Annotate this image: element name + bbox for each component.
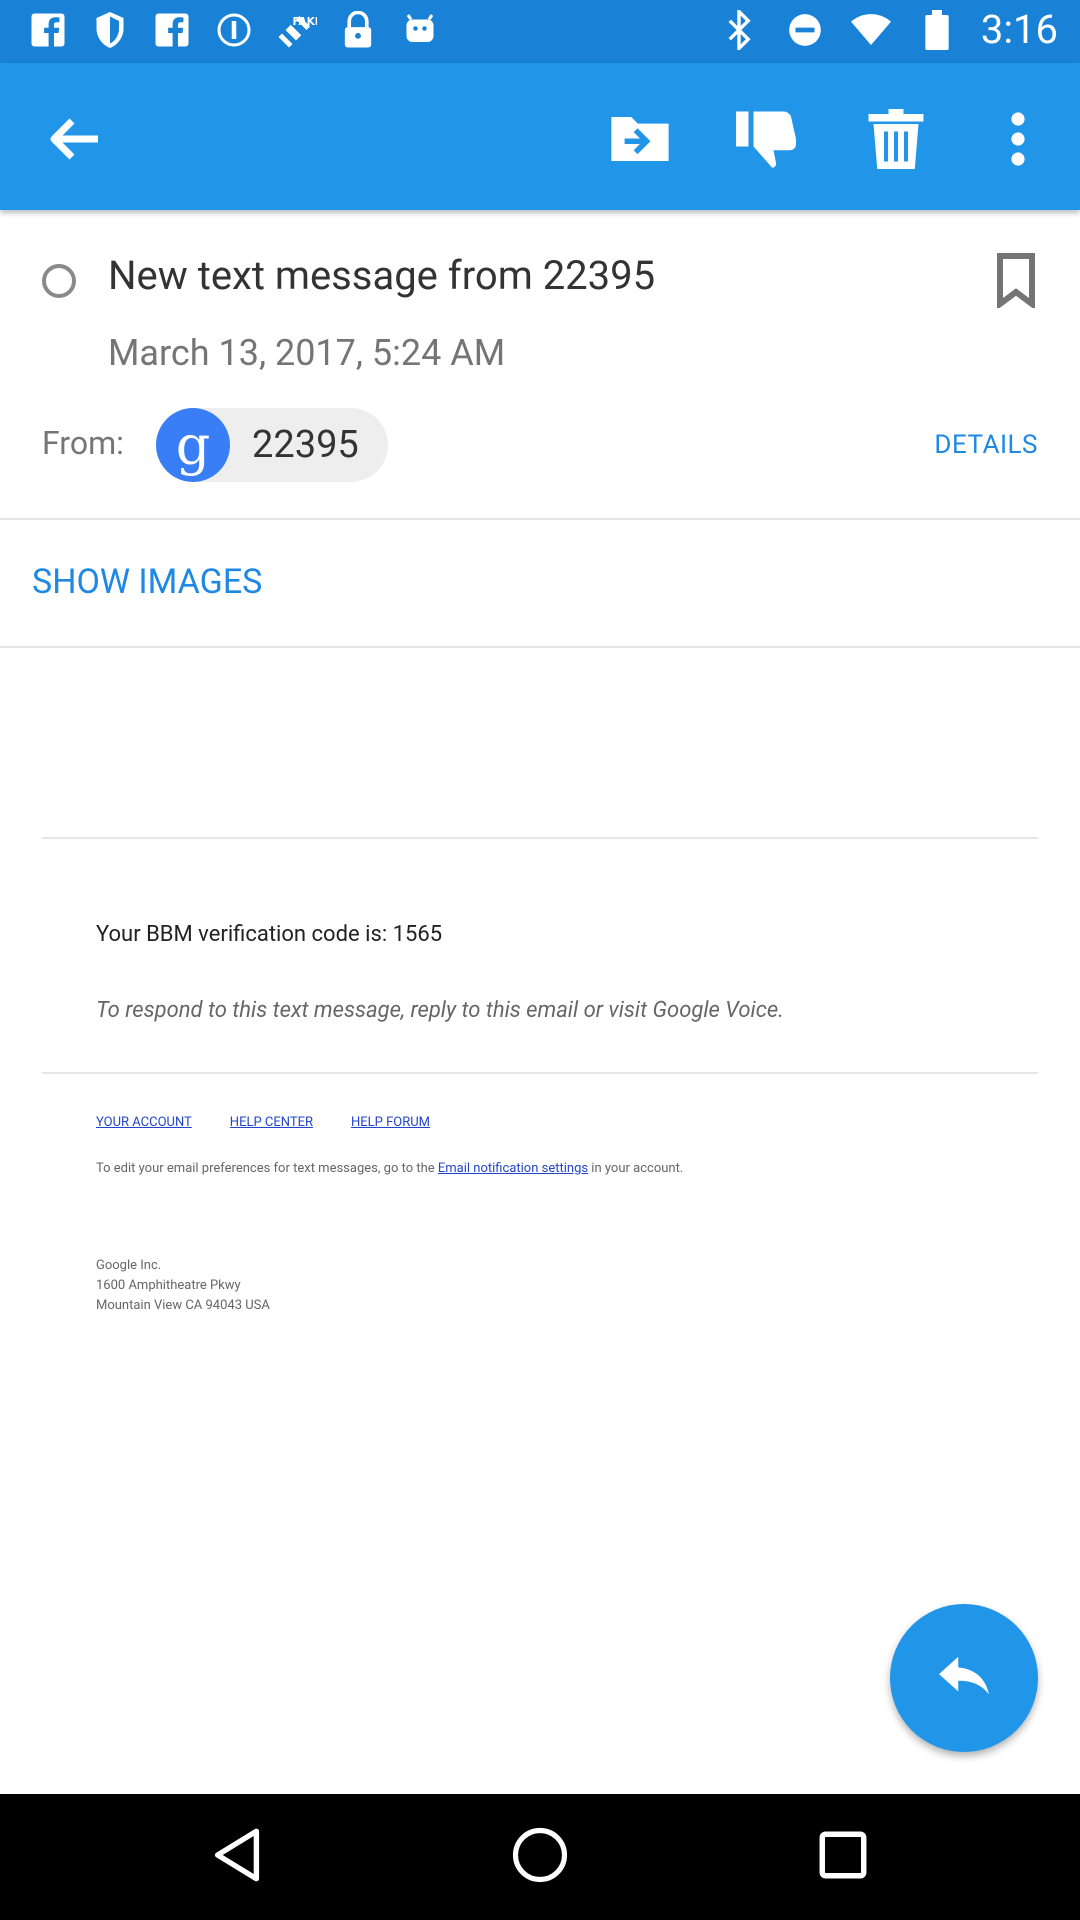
prefs-prefix: To edit your email preferences for text … xyxy=(96,1161,438,1176)
nav-home-button[interactable] xyxy=(510,1827,570,1887)
back-arrow-icon xyxy=(50,117,102,165)
divider xyxy=(42,1072,1038,1074)
message-date: March 13, 2017, 5:24 AM xyxy=(108,332,506,374)
reply-icon xyxy=(939,1656,989,1700)
address-line: Google Inc. xyxy=(96,1258,162,1273)
wifi-icon xyxy=(849,8,893,52)
notification-icons: FAKE xyxy=(26,8,442,52)
nav-back-button[interactable] xyxy=(207,1827,267,1887)
email-notification-settings-link[interactable]: Email notification settings xyxy=(438,1161,588,1176)
prefs-suffix: in your account. xyxy=(588,1161,684,1176)
address-line: 1600 Amphitheatre Pkwy xyxy=(96,1278,241,1293)
bookmark-button[interactable] xyxy=(996,252,1036,310)
sender-avatar: g xyxy=(156,408,230,482)
facebook-icon xyxy=(150,8,194,52)
help-forum-link[interactable]: HELP FORUM xyxy=(351,1115,430,1130)
thumbs-down-button[interactable] xyxy=(730,105,802,177)
company-address: Google Inc. 1600 Amphitheatre Pkwy Mount… xyxy=(96,1256,270,1316)
verification-code-text: Your BBM verification code is: 1565 xyxy=(96,922,443,947)
svg-text:FAKE: FAKE xyxy=(293,16,318,28)
move-to-icon xyxy=(607,112,673,170)
more-vert-icon xyxy=(1010,111,1026,171)
clock: 3:16 xyxy=(980,6,1058,53)
facebook-icon xyxy=(26,8,70,52)
from-label: From: xyxy=(42,424,124,462)
battery-icon xyxy=(915,8,959,52)
reply-fab[interactable] xyxy=(890,1604,1038,1752)
select-radio[interactable] xyxy=(42,264,76,298)
app-bar xyxy=(0,63,1080,210)
bluetooth-icon xyxy=(717,8,761,52)
more-options-button[interactable] xyxy=(982,105,1054,177)
navigation-bar xyxy=(0,1794,1080,1920)
details-button[interactable]: DETAILS xyxy=(934,430,1038,460)
footer-links: YOUR ACCOUNT HELP CENTER HELP FORUM xyxy=(96,1115,430,1130)
nav-recents-button[interactable] xyxy=(813,1827,873,1887)
lock-icon xyxy=(336,8,380,52)
shield-icon xyxy=(88,8,132,52)
help-center-link[interactable]: HELP CENTER xyxy=(230,1115,313,1130)
do-not-disturb-icon xyxy=(783,8,827,52)
sender-number: 22395 xyxy=(252,423,359,467)
address-line: Mountain View CA 94043 USA xyxy=(96,1298,270,1313)
back-nav-icon xyxy=(212,1827,262,1887)
message-subject: New text message from 22395 xyxy=(108,252,656,299)
bookmark-icon xyxy=(996,253,1036,312)
fake-gps-icon: FAKE xyxy=(274,8,318,52)
thumbs-down-icon xyxy=(733,109,799,173)
sender-chip[interactable]: g 22395 xyxy=(156,408,388,482)
info-icon xyxy=(212,8,256,52)
move-to-button[interactable] xyxy=(604,105,676,177)
your-account-link[interactable]: YOUR ACCOUNT xyxy=(96,1115,192,1130)
respond-text: To respond to this text message, reply t… xyxy=(96,998,784,1023)
home-nav-icon xyxy=(512,1827,568,1887)
recents-nav-icon xyxy=(819,1831,867,1883)
divider xyxy=(42,837,1038,839)
back-button[interactable] xyxy=(40,105,112,177)
status-right: 3:16 xyxy=(717,6,1058,53)
delete-button[interactable] xyxy=(860,105,932,177)
delete-icon xyxy=(868,109,924,173)
status-bar: FAKE 3:16 xyxy=(0,0,1080,63)
show-images-button[interactable]: SHOW IMAGES xyxy=(32,562,262,602)
preferences-text: To edit your email preferences for text … xyxy=(96,1161,683,1176)
android-icon xyxy=(398,8,442,52)
